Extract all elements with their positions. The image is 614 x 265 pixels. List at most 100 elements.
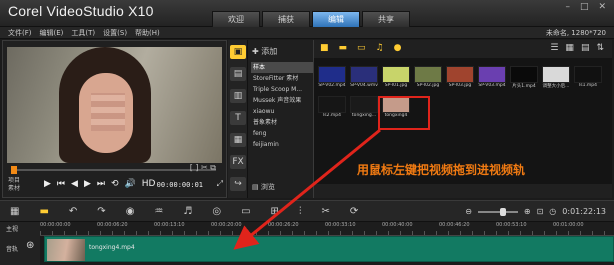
library-folder[interactable]: 样本 bbox=[251, 62, 313, 73]
audio-filter-icon[interactable]: ♫ bbox=[376, 43, 384, 53]
title-icon[interactable]: T bbox=[230, 111, 246, 125]
library-folder[interactable]: xiaowu bbox=[251, 106, 313, 117]
tab-1[interactable]: 捕获 bbox=[262, 11, 310, 27]
fit-icon[interactable]: ⊡ bbox=[537, 207, 544, 216]
thumbnail-image bbox=[574, 66, 602, 83]
menu-item-3[interactable]: 设置(S) bbox=[103, 28, 127, 38]
add-folder-button[interactable]: ✚ 添加 bbox=[252, 46, 277, 57]
split-icon[interactable]: ⫶ bbox=[299, 206, 302, 217]
media-thumbnail[interactable]: SP-I02.jpg bbox=[414, 66, 442, 88]
mode-clip[interactable]: 素材 bbox=[8, 185, 20, 193]
instruction-annotation: 用鼠标左键把视频拖到进视频轨 bbox=[357, 163, 526, 177]
subtitle-icon[interactable]: ▭ bbox=[241, 206, 250, 217]
library-folder[interactable]: feng bbox=[251, 128, 313, 139]
ruler-mark: 00:00:40:00 bbox=[382, 222, 413, 228]
media-thumbnail[interactable]: ls1.mp4 bbox=[574, 66, 602, 88]
thumbnail-caption: ls1.mp4 bbox=[579, 83, 597, 88]
library-folder[interactable]: Triple Scoop M... bbox=[251, 84, 313, 95]
video-clip[interactable]: tongxing4.mp4 bbox=[44, 236, 614, 262]
loop-icon[interactable]: ⟳ bbox=[350, 206, 358, 217]
auto-music-icon[interactable]: ♬ bbox=[183, 206, 192, 217]
maximize-icon[interactable]: □ bbox=[580, 2, 589, 12]
video-track[interactable]: tongxing4.mp4 bbox=[40, 236, 614, 262]
details-view-icon[interactable]: ▤ bbox=[581, 43, 590, 53]
zoom-in-icon[interactable]: ⊕ bbox=[524, 207, 531, 216]
storyboard-view-icon[interactable]: ▦ bbox=[10, 206, 19, 217]
trim-markers[interactable]: [ ] ✂ ⧉ bbox=[190, 163, 216, 173]
menu-item-4[interactable]: 帮助(H) bbox=[135, 28, 160, 38]
library-folder[interactable]: StoreFitter 素材 bbox=[251, 73, 313, 84]
mode-project[interactable]: 项目 bbox=[8, 177, 20, 185]
video-preview[interactable] bbox=[7, 47, 222, 163]
clip-thumbnail bbox=[47, 239, 85, 261]
media-thumbnail[interactable]: SP-V04.wmv bbox=[350, 66, 378, 88]
list-view-icon[interactable]: ☰ bbox=[550, 43, 558, 53]
motion-icon[interactable]: ◎ bbox=[212, 206, 221, 217]
next-frame-icon[interactable]: ▶ bbox=[84, 179, 91, 189]
library-folder[interactable]: 普象素材 bbox=[251, 117, 313, 128]
tab-2[interactable]: 编辑 bbox=[312, 11, 360, 27]
timeline-view-icon[interactable]: ▬ bbox=[39, 206, 48, 217]
media-thumbnail[interactable]: 调整大小后... bbox=[542, 66, 570, 89]
volume-icon[interactable]: 🔊 bbox=[125, 179, 136, 189]
tab-3[interactable]: 共享 bbox=[362, 11, 410, 27]
browse-button[interactable]: ▤ 浏览 bbox=[252, 182, 275, 192]
hd-icon[interactable]: HD bbox=[142, 179, 156, 189]
menu-item-0[interactable]: 文件(F) bbox=[8, 28, 32, 38]
prev-frame-icon[interactable]: ◀ bbox=[71, 179, 78, 189]
resize-icon[interactable]: ⤢ bbox=[217, 179, 223, 189]
filter-icon[interactable]: FX bbox=[230, 155, 246, 169]
close-icon[interactable]: ✕ bbox=[598, 2, 606, 12]
library-folder[interactable]: feijiamin bbox=[251, 139, 313, 150]
home-icon[interactable]: ⏮ bbox=[57, 179, 65, 189]
graphic-icon[interactable]: ▦ bbox=[230, 133, 246, 147]
project-info: 未命名, 1280*720 bbox=[545, 29, 606, 37]
instant-project-icon[interactable]: ▤ bbox=[230, 67, 246, 81]
library-folder[interactable]: Mussek 声音效果 bbox=[251, 95, 313, 106]
window-controls: – □ ✕ bbox=[565, 2, 606, 12]
minimize-icon[interactable]: – bbox=[565, 2, 570, 12]
audio-mixer-icon[interactable]: ♒ bbox=[154, 206, 163, 217]
menu-item-2[interactable]: 工具(T) bbox=[71, 28, 95, 38]
thumbnail-caption: 调整大小后... bbox=[542, 84, 570, 89]
record-icon[interactable]: ◉ bbox=[126, 206, 135, 217]
fx-filter-icon[interactable]: ● bbox=[394, 43, 402, 53]
track-header: 主视 音轨 ⊛ bbox=[0, 222, 40, 265]
zoom-slider[interactable] bbox=[477, 207, 518, 216]
repeat-icon[interactable]: ⟲ bbox=[111, 179, 119, 189]
undo-icon[interactable]: ↶ bbox=[69, 206, 77, 217]
tab-0[interactable]: 欢迎 bbox=[212, 11, 260, 27]
video-filter-icon[interactable]: ▬ bbox=[339, 43, 348, 53]
track-icon[interactable]: ✂ bbox=[321, 206, 329, 217]
scrubber[interactable]: [ ] ✂ ⧉ bbox=[11, 163, 216, 174]
mode-switch[interactable]: 项目 素材 bbox=[8, 177, 20, 193]
redo-icon[interactable]: ↷ bbox=[97, 206, 105, 217]
thumbnail-caption: tongxing... bbox=[351, 113, 377, 118]
folder-icon[interactable]: ■ bbox=[320, 43, 329, 53]
player-timecode[interactable]: 00:00:00:01 bbox=[157, 181, 203, 189]
transition-icon[interactable]: ▥ bbox=[230, 89, 246, 103]
play-icon[interactable]: ▶ bbox=[44, 179, 51, 189]
media-thumbnail[interactable]: ls2.mp4 bbox=[318, 96, 346, 118]
media-thumbnail[interactable]: SP-V02.mp4 bbox=[318, 66, 346, 88]
sort-icon[interactable]: ⇅ bbox=[596, 43, 604, 53]
scrubber-knob[interactable] bbox=[11, 166, 17, 174]
zoom-out-icon[interactable]: ⊖ bbox=[465, 207, 472, 216]
multicam-icon[interactable]: ⊞ bbox=[271, 206, 279, 217]
grid-view-icon[interactable]: ▦ bbox=[565, 43, 574, 53]
menu-item-1[interactable]: 编辑(E) bbox=[40, 28, 64, 38]
media-thumbnail[interactable]: SP-I01.jpg bbox=[382, 66, 410, 88]
thumbnail-image bbox=[414, 66, 442, 83]
media-thumbnail[interactable]: SP-I03.jpg bbox=[446, 66, 474, 88]
media-icon[interactable]: ▣ bbox=[230, 45, 246, 59]
video-track-icon[interactable]: ⊛ bbox=[26, 240, 34, 251]
media-thumbnail[interactable]: SP-V03.mp4 bbox=[478, 66, 506, 88]
path-icon[interactable]: ↪ bbox=[230, 177, 246, 191]
ruler-mark: 00:00:46:20 bbox=[439, 222, 470, 228]
media-thumbnail[interactable]: 片头1.mp4 bbox=[510, 66, 538, 89]
timeline-ruler[interactable]: 00:00:00:00 00:00:06:20 00:00:13:10 00:00:2… bbox=[40, 222, 614, 236]
photo-filter-icon[interactable]: ▭ bbox=[357, 43, 366, 53]
end-icon[interactable]: ⏭ bbox=[97, 179, 105, 189]
ruler-mark: 00:00:06:20 bbox=[97, 222, 128, 228]
media-thumbnail[interactable]: tongxing... bbox=[350, 96, 378, 118]
